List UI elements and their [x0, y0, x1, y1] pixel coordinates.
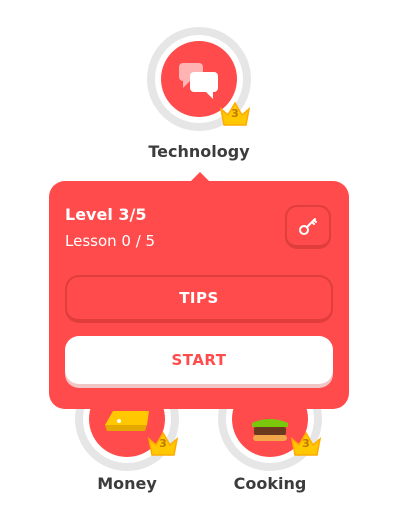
tips-button[interactable]: TIPS	[65, 275, 333, 323]
crown-badge: 3	[219, 99, 251, 127]
start-button[interactable]: START	[65, 336, 333, 384]
key-button[interactable]	[285, 205, 331, 249]
crown-level: 3	[302, 437, 310, 450]
level-title: Level 3/5	[65, 205, 147, 224]
crown-level: 3	[159, 437, 167, 450]
crown-badge: 3	[290, 429, 322, 457]
skill-technology[interactable]: 3	[147, 27, 251, 131]
crown-level: 3	[231, 107, 239, 120]
skill-label-money: Money	[97, 474, 157, 493]
lesson-progress: Lesson 0 / 5	[65, 232, 156, 250]
skill-label-technology: Technology	[148, 142, 250, 161]
crown-badge: 3	[147, 429, 179, 457]
skill-popup: Level 3/5 Lesson 0 / 5 TIPS START	[49, 181, 349, 409]
key-icon	[299, 218, 317, 235]
skill-label-cooking: Cooking	[233, 474, 307, 493]
